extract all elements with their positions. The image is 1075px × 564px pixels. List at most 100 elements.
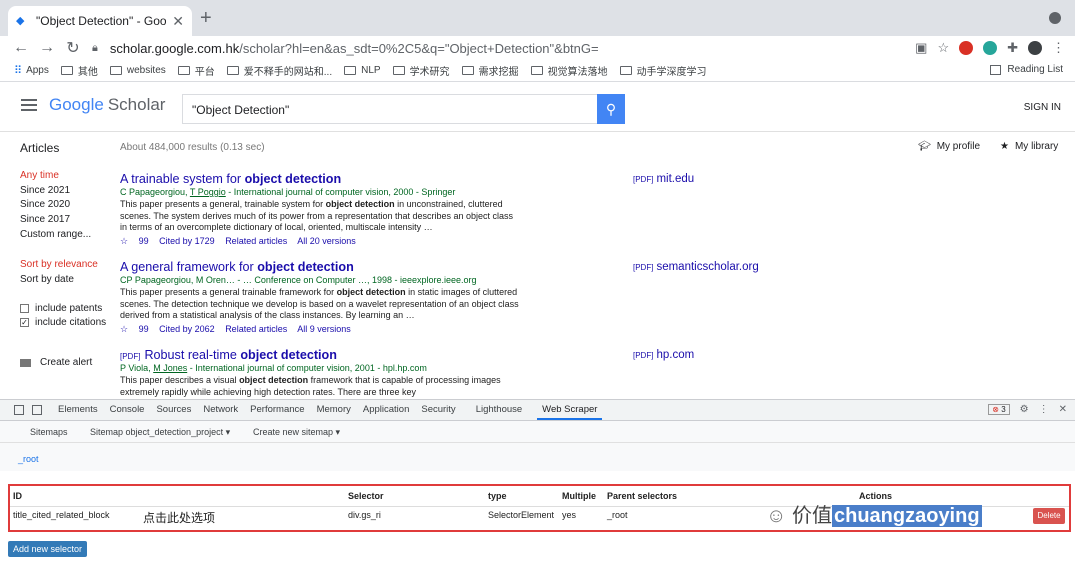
sign-in-link[interactable]: SIGN IN <box>1024 102 1061 113</box>
inspect-element-icon[interactable] <box>14 404 24 415</box>
browser-menu-icon[interactable]: ⋮ <box>1052 40 1065 56</box>
filter-since-2021[interactable]: Since 2021 <box>20 185 120 200</box>
checkbox-checked-icon: ✓ <box>20 318 29 328</box>
url-field[interactable]: scholar.google.com.hk/scholar?hl=en&as_s… <box>110 41 599 56</box>
result-authors: C Papageorgiou, T Poggio - International… <box>120 187 456 197</box>
sitemaps-link[interactable]: Sitemaps <box>30 427 68 437</box>
include-patents-checkbox[interactable]: include patents <box>20 301 120 316</box>
browser-profile-icon[interactable] <box>1049 12 1061 24</box>
devtools-tab-performance[interactable]: Performance <box>250 404 304 415</box>
devtools-tab-network[interactable]: Network <box>203 404 238 415</box>
delete-button[interactable]: Delete <box>1033 508 1065 524</box>
scholar-header: Google Scholar "Object Detection" ⚲ SIGN … <box>0 82 1075 132</box>
bookmark-folder[interactable]: 平台 <box>177 63 215 78</box>
sort-by-date[interactable]: Sort by date <box>20 274 120 289</box>
all-versions-link[interactable]: All 9 versions <box>297 324 351 334</box>
filter-since-2017[interactable]: Since 2017 <box>20 214 120 229</box>
folder-icon <box>392 66 405 75</box>
devtools-tab-elements[interactable]: Elements <box>58 404 98 415</box>
bookmark-apps[interactable]: ⠿ Apps <box>14 64 49 77</box>
filter-any-time[interactable]: Any time <box>20 170 120 185</box>
error-count-badge[interactable]: ⊗ 3 <box>988 404 1010 415</box>
cite-quote-icon[interactable]: 99 <box>139 236 149 246</box>
devtools-tab-security[interactable]: Security <box>421 404 455 415</box>
extension-icon[interactable] <box>983 41 998 55</box>
create-sitemap-dropdown[interactable]: Create new sitemap ▾ <box>253 427 340 438</box>
google-scholar-logo[interactable]: Google Scholar <box>49 95 165 115</box>
search-input[interactable]: "Object Detection" <box>182 94 598 124</box>
new-tab-button[interactable]: + <box>200 8 212 28</box>
all-versions-link[interactable]: All 20 versions <box>297 236 356 246</box>
reading-list-button[interactable]: Reading List <box>990 64 1063 75</box>
bookmark-folder[interactable]: 视觉算法落地 <box>530 63 608 78</box>
result-count: About 484,000 results (0.13 sec) <box>120 142 265 153</box>
bookmark-folder[interactable]: 爱不释手的网站和... <box>226 63 332 78</box>
settings-gear-icon[interactable]: ⚙ <box>1020 404 1029 415</box>
close-devtools-icon[interactable]: ✕ <box>1059 404 1067 415</box>
cite-quote-icon[interactable]: 99 <box>139 324 149 334</box>
result-title-link[interactable]: A general framework for object detection <box>120 260 620 274</box>
search-button[interactable]: ⚲ <box>597 94 625 124</box>
related-articles-link[interactable]: Related articles <box>225 236 287 246</box>
bookmark-folder[interactable]: websites <box>109 65 166 76</box>
browser-tab[interactable]: ◆ "Object Detection" - Google S ✕ <box>8 6 192 36</box>
pdf-side-link[interactable]: [PDF] mit.edu <box>633 173 694 185</box>
add-new-selector-button[interactable]: Add new selector <box>8 541 88 557</box>
bookmark-folder[interactable]: 其他 <box>60 63 98 78</box>
result-title-link[interactable]: A trainable system for object detection <box>120 172 620 186</box>
web-scraper-nav: Sitemaps Sitemap object_detection_projec… <box>0 421 1075 443</box>
back-icon[interactable]: ← <box>8 39 34 57</box>
related-articles-link[interactable]: Related articles <box>225 324 287 334</box>
my-library-link[interactable]: ★ My library <box>1000 141 1058 152</box>
devtools-tab-application[interactable]: Application <box>363 404 409 415</box>
devtools-tab-memory[interactable]: Memory <box>317 404 351 415</box>
include-citations-checkbox[interactable]: ✓ include citations <box>20 316 120 331</box>
envelope-icon <box>20 358 31 367</box>
hamburger-menu-icon[interactable] <box>21 99 37 114</box>
extensions-puzzle-icon[interactable]: ✚ <box>1007 40 1018 56</box>
search-icon: ⚲ <box>605 101 617 117</box>
row-id[interactable]: title_cited_related_block <box>13 510 110 520</box>
bookmark-folder[interactable]: 学术研究 <box>392 63 450 78</box>
filter-custom-range[interactable]: Custom range... <box>20 229 120 244</box>
filter-since-2020[interactable]: Since 2020 <box>20 199 120 214</box>
reload-icon[interactable]: ↻ <box>60 38 86 58</box>
bookmark-folder[interactable]: 动手学深度学习 <box>619 63 707 78</box>
bookmark-folder[interactable]: NLP <box>344 65 381 76</box>
devtools-tabbar: Elements Console Sources Network Perform… <box>0 399 1075 421</box>
forward-icon[interactable]: → <box>34 39 60 57</box>
devtools-menu-icon[interactable]: ⋮ <box>1039 404 1049 415</box>
sitemap-dropdown[interactable]: Sitemap object_detection_project ▾ <box>90 427 230 438</box>
devtools-tab-lighthouse[interactable]: Lighthouse <box>476 404 522 415</box>
reading-list-icon <box>990 64 1002 75</box>
extension-icon[interactable] <box>959 41 974 55</box>
devtools-tab-web-scraper[interactable]: Web Scraper <box>537 404 603 420</box>
my-profile-link[interactable]: 🎓︎ My profile <box>918 141 980 152</box>
pdf-side-link[interactable]: [PDF] semanticscholar.org <box>633 261 759 273</box>
pdf-side-link[interactable]: [PDF] hp.com <box>633 349 694 361</box>
row-multiple: yes <box>562 510 577 520</box>
create-alert-link[interactable]: Create alert <box>20 357 92 368</box>
cited-by-link[interactable]: Cited by 2062 <box>159 324 215 334</box>
translate-icon[interactable]: ▣ <box>915 40 927 56</box>
save-star-icon[interactable]: ☆ <box>120 324 128 334</box>
account-avatar-icon[interactable] <box>1028 41 1042 55</box>
bookmark-star-icon[interactable]: ☆ <box>937 40 949 56</box>
close-tab-icon[interactable]: ✕ <box>172 13 184 30</box>
bookmark-folder[interactable]: 需求挖掘 <box>461 63 519 78</box>
save-star-icon[interactable]: ☆ <box>120 236 128 246</box>
author-link[interactable]: M Jones <box>153 363 187 373</box>
cited-by-link[interactable]: Cited by 1729 <box>159 236 215 246</box>
result-authors: P Viola, M Jones - International journal… <box>120 363 427 373</box>
device-toolbar-icon[interactable] <box>32 404 42 415</box>
folder-icon <box>226 66 239 75</box>
col-selector-header: Selector <box>348 491 384 501</box>
sort-by-relevance[interactable]: Sort by relevance <box>20 259 120 274</box>
devtools-tab-console[interactable]: Console <box>110 404 145 415</box>
breadcrumb-root-link[interactable]: _root <box>18 454 39 464</box>
checkbox-unchecked-icon <box>20 303 29 313</box>
devtools-tab-sources[interactable]: Sources <box>156 404 191 415</box>
lock-icon[interactable]: 🔒︎ <box>92 42 98 55</box>
result-title-link[interactable]: [PDF] Robust real-time object detection <box>120 348 620 362</box>
author-link[interactable]: T Poggio <box>190 187 226 197</box>
